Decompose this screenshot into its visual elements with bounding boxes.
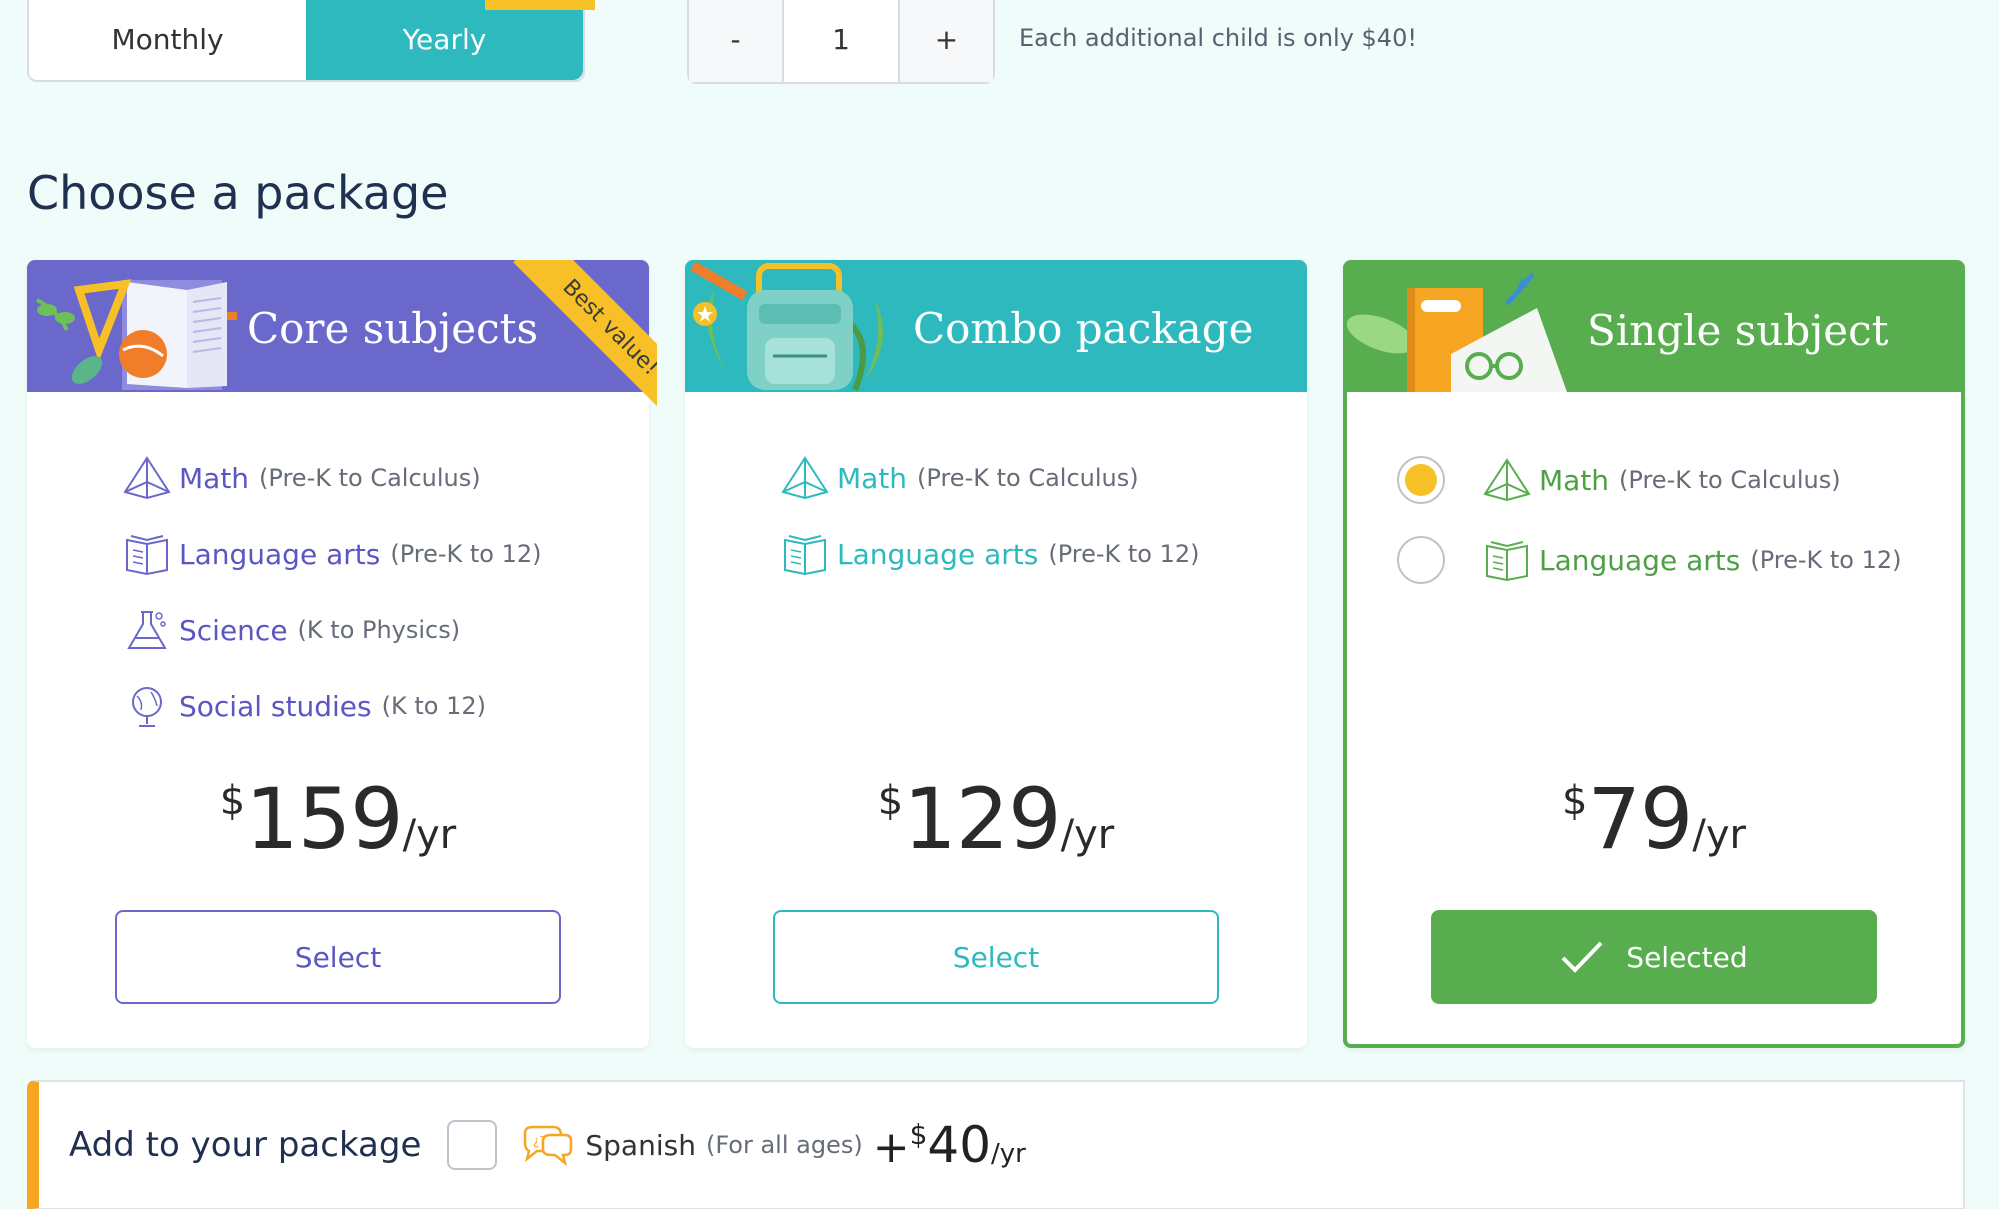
select-combo-button[interactable]: Select bbox=[773, 910, 1219, 1004]
package-price: $79/yr bbox=[1347, 770, 1961, 868]
subject-item-science: Science (K to Physics) bbox=[123, 592, 542, 668]
book-icon bbox=[781, 532, 829, 576]
package-card-single: Single subject Math (Pre-K to Calculus) … bbox=[1343, 260, 1965, 1048]
subject-item-language-arts[interactable]: Language arts (Pre-K to 12) bbox=[1397, 520, 1902, 600]
card-header: Single subject bbox=[1347, 264, 1961, 392]
price-currency: $ bbox=[877, 778, 904, 824]
subject-list: Math (Pre-K to Calculus) Language arts (… bbox=[781, 440, 1200, 592]
core-illustration-icon bbox=[36, 279, 237, 390]
svg-text:¿?: ¿? bbox=[533, 1134, 546, 1148]
subject-range: (Pre-K to 12) bbox=[1048, 540, 1200, 568]
globe-icon bbox=[123, 684, 171, 728]
subject-range: (Pre-K to Calculus) bbox=[1619, 466, 1841, 494]
card-title: Single subject bbox=[1587, 306, 1889, 355]
subject-name: Math bbox=[179, 461, 250, 495]
subject-name: Social studies bbox=[179, 689, 372, 723]
addon-price-plus: + bbox=[872, 1122, 910, 1173]
price-currency: $ bbox=[1562, 778, 1588, 824]
child-count-value[interactable]: 1 bbox=[782, 0, 900, 82]
addon-range: (For all ages) bbox=[705, 1131, 863, 1159]
price-amount: 159 bbox=[245, 770, 403, 868]
selected-single-button[interactable]: Selected bbox=[1431, 910, 1877, 1004]
decrement-button[interactable]: - bbox=[689, 0, 782, 82]
yearly-option[interactable]: Yearly bbox=[306, 0, 595, 80]
language-arts-radio[interactable] bbox=[1397, 536, 1445, 584]
best-value-ribbon: Best value! bbox=[487, 260, 657, 430]
addon-bar: Add to your package ¿? Spanish (For all … bbox=[27, 1080, 1965, 1209]
price-period: /yr bbox=[1692, 812, 1746, 858]
subject-name: Language arts bbox=[837, 537, 1039, 571]
addon-price: +$40/yr bbox=[873, 1116, 1026, 1174]
ribbon-label: Best value! bbox=[513, 260, 657, 425]
price-period: /yr bbox=[402, 812, 457, 858]
child-count-stepper: - 1 + bbox=[687, 0, 995, 84]
subject-name: Math bbox=[1539, 463, 1610, 497]
subject-item-language-arts: Language arts (Pre-K to 12) bbox=[781, 516, 1200, 592]
monthly-option[interactable]: Monthly bbox=[29, 0, 306, 80]
subject-list: Math (Pre-K to Calculus) Language arts (… bbox=[123, 440, 542, 744]
book-icon bbox=[123, 532, 171, 576]
book-icon bbox=[1483, 538, 1531, 582]
price-currency: $ bbox=[219, 778, 246, 824]
subject-item-math: Math (Pre-K to Calculus) bbox=[781, 440, 1200, 516]
subject-name: Language arts bbox=[179, 537, 381, 571]
package-card-combo: Combo package Math (Pre-K to Calculus) L… bbox=[685, 260, 1307, 1048]
subject-name: Science bbox=[179, 613, 288, 647]
subject-name: Math bbox=[837, 461, 908, 495]
pyramid-icon bbox=[1483, 458, 1531, 502]
spanish-addon-checkbox[interactable] bbox=[447, 1120, 498, 1170]
subject-range: (K to 12) bbox=[381, 692, 486, 720]
price-amount: 79 bbox=[1587, 770, 1693, 868]
addon-label: Add to your package bbox=[69, 1125, 422, 1165]
speech-bubbles-icon: ¿? bbox=[519, 1123, 573, 1167]
select-core-button[interactable]: Select bbox=[115, 910, 561, 1004]
price-amount: 129 bbox=[903, 770, 1061, 868]
yearly-label: Yearly bbox=[402, 22, 487, 56]
package-price: $159/yr bbox=[27, 770, 649, 868]
notebook-illustration-icon bbox=[1347, 272, 1567, 392]
addon-price-amount: 40 bbox=[927, 1116, 992, 1174]
math-radio[interactable] bbox=[1397, 456, 1445, 504]
card-title: Combo package bbox=[913, 304, 1254, 353]
billing-toggle: Monthly Yearly bbox=[27, 0, 595, 82]
subject-item-social-studies: Social studies (K to 12) bbox=[123, 668, 542, 744]
addon-price-period: /yr bbox=[991, 1139, 1026, 1169]
backpack-illustration-icon bbox=[690, 261, 883, 392]
subject-item-language-arts: Language arts (Pre-K to 12) bbox=[123, 516, 542, 592]
subject-item-math: Math (Pre-K to Calculus) bbox=[123, 440, 542, 516]
subject-range: (Pre-K to 12) bbox=[390, 540, 542, 568]
subject-range: (Pre-K to Calculus) bbox=[259, 464, 481, 492]
price-period: /yr bbox=[1060, 812, 1115, 858]
page-title: Choose a package bbox=[27, 166, 449, 220]
package-price: $129/yr bbox=[685, 770, 1307, 868]
pyramid-icon bbox=[123, 456, 171, 500]
addon-name: Spanish bbox=[585, 1128, 696, 1162]
subject-list: Math (Pre-K to Calculus) Language arts (… bbox=[1397, 440, 1902, 600]
increment-button[interactable]: + bbox=[900, 0, 993, 82]
subject-name: Language arts bbox=[1539, 543, 1741, 577]
subject-range: (Pre-K to 12) bbox=[1750, 546, 1902, 574]
pyramid-icon bbox=[781, 456, 829, 500]
subject-range: (Pre-K to Calculus) bbox=[917, 464, 1139, 492]
subject-range: (K to Physics) bbox=[297, 616, 461, 644]
package-card-core: Core subjects Best value! Math (Pre-K to… bbox=[27, 260, 657, 1048]
flask-icon bbox=[123, 608, 171, 652]
additional-child-note: Each additional child is only $40! bbox=[1019, 24, 1417, 52]
subject-item-math[interactable]: Math (Pre-K to Calculus) bbox=[1397, 440, 1902, 520]
card-header: Core subjects Best value! bbox=[27, 260, 657, 425]
card-header: Combo package bbox=[685, 260, 1307, 392]
button-label: Selected bbox=[1626, 940, 1748, 974]
yearly-promo-tag bbox=[485, 0, 595, 10]
addon-price-currency: $ bbox=[909, 1118, 928, 1151]
checkmark-icon bbox=[1560, 940, 1604, 974]
